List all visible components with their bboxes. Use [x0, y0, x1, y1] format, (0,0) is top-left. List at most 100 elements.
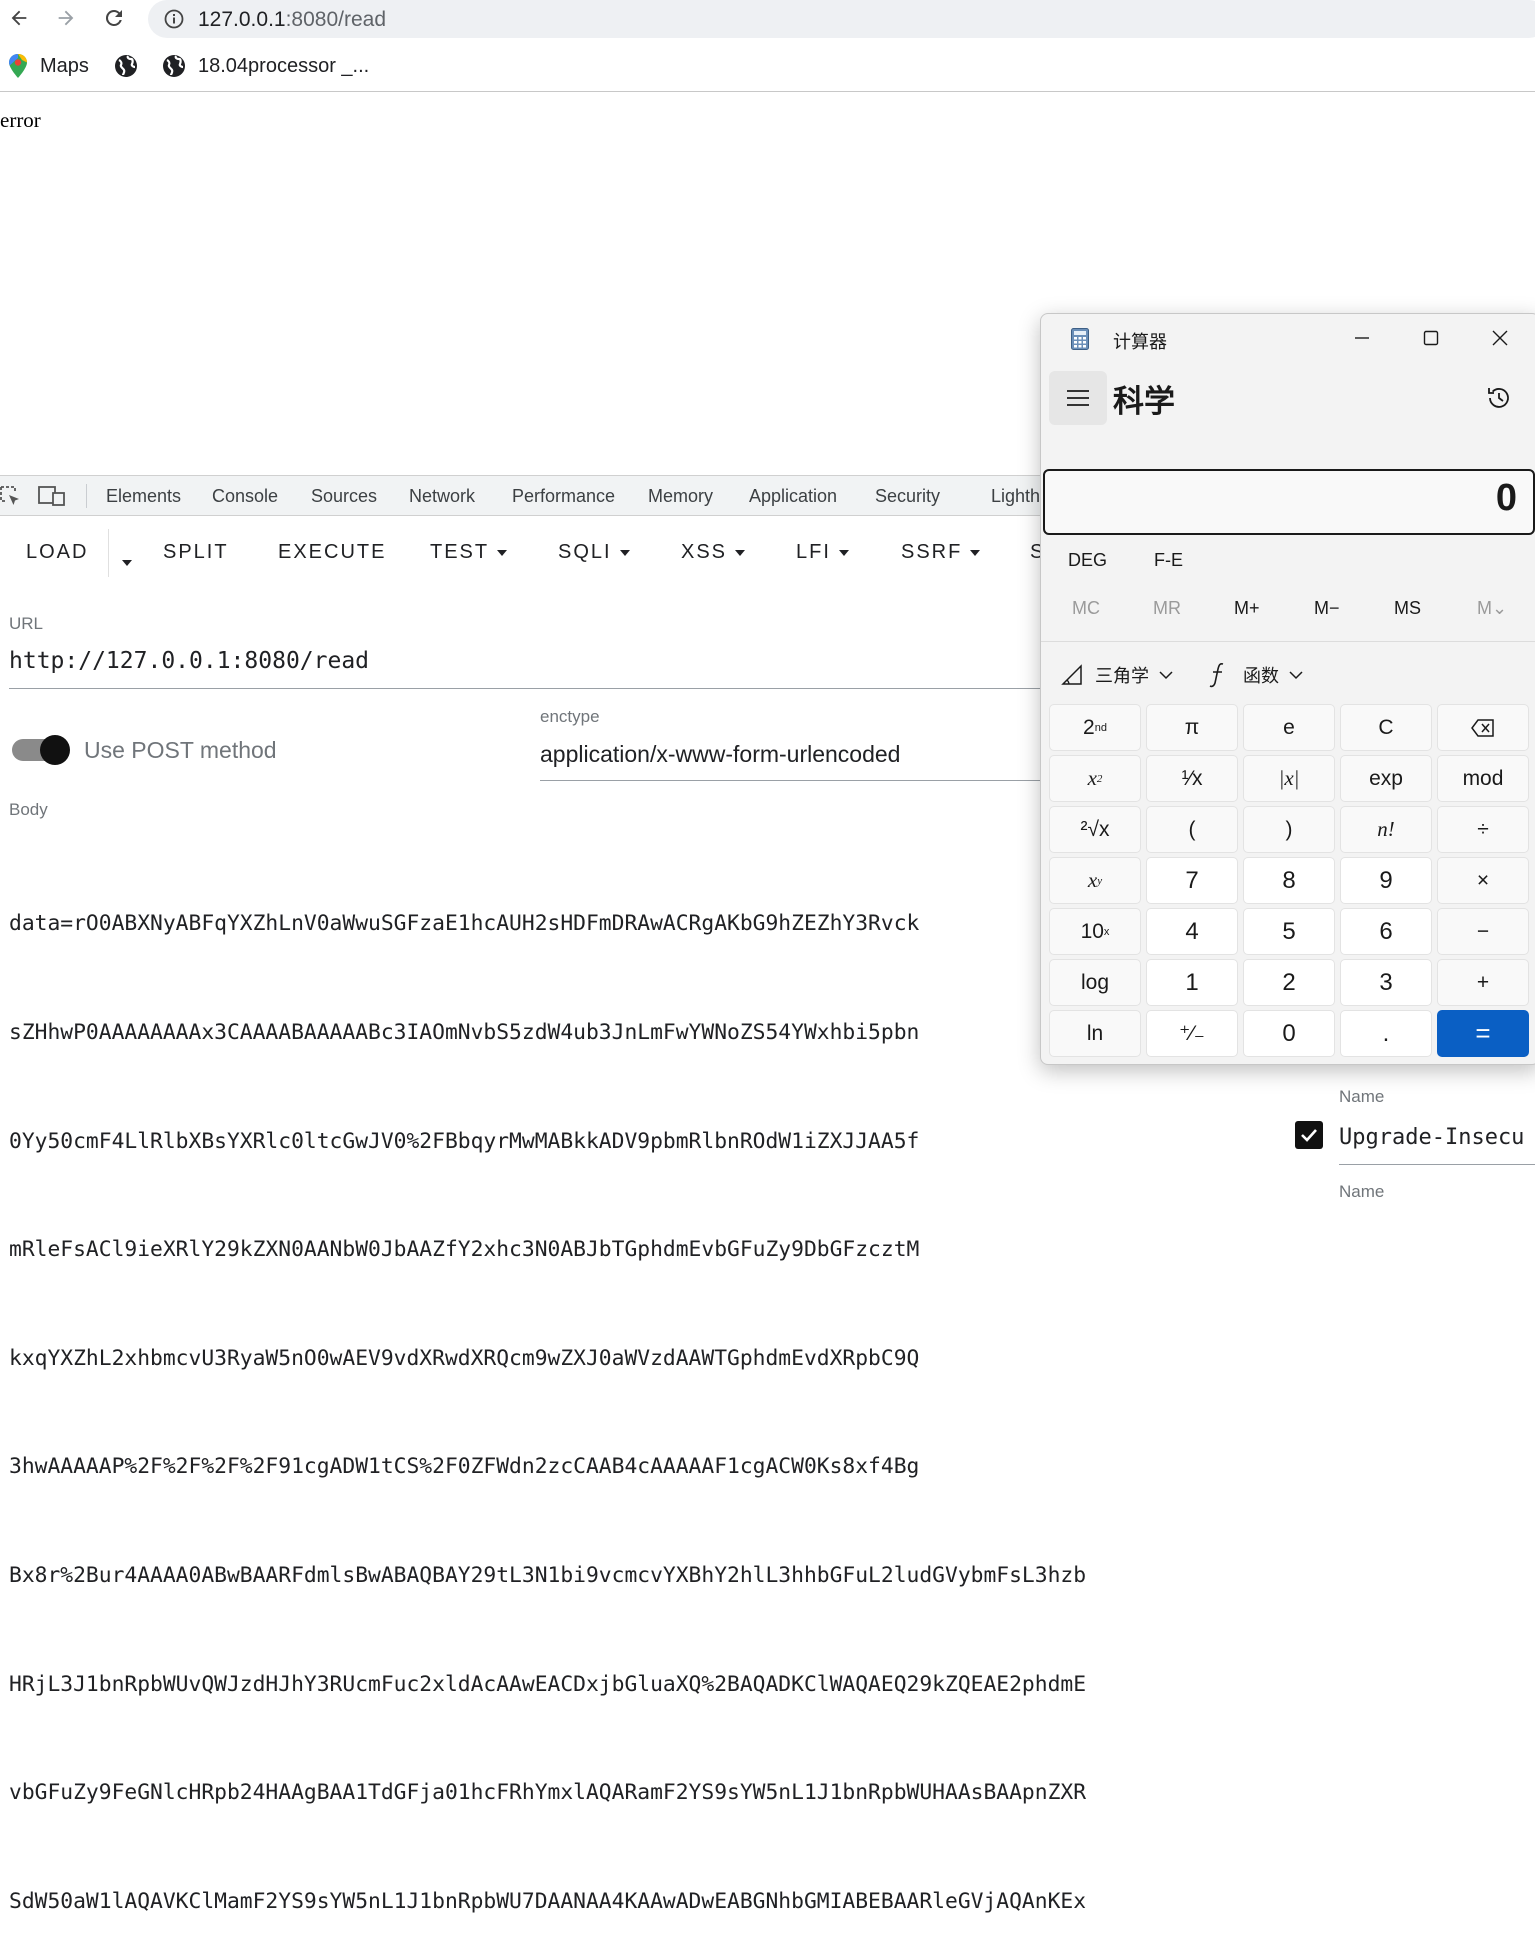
- xss-menu[interactable]: XSS: [681, 541, 746, 564]
- history-icon: [1488, 388, 1509, 408]
- memory-store-button[interactable]: MS: [1394, 598, 1421, 619]
- ten-power-sup: x: [1103, 925, 1110, 938]
- load-button[interactable]: LOAD: [26, 541, 88, 564]
- minus-key[interactable]: −: [1437, 908, 1529, 955]
- function-dropdown[interactable]: 函数: [1209, 662, 1303, 688]
- header-enabled-checkbox[interactable]: [1295, 1121, 1323, 1149]
- digit-3-key[interactable]: 3: [1340, 959, 1432, 1006]
- digit-0-key[interactable]: 0: [1243, 1010, 1335, 1057]
- test-menu[interactable]: TEST: [430, 541, 508, 564]
- bookmark-globe[interactable]: [114, 54, 150, 78]
- post-toggle-knob[interactable]: [40, 735, 70, 765]
- header-name-input[interactable]: Upgrade-Insecu: [1339, 1125, 1524, 1150]
- bookmark-label: 18.04processor _...: [198, 54, 370, 77]
- negate-key[interactable]: ⁺⁄₋: [1146, 1010, 1238, 1057]
- ssrf-menu[interactable]: SSRF: [901, 541, 981, 564]
- angle-mode-button[interactable]: DEG: [1068, 550, 1107, 571]
- bookmark-processor[interactable]: 18.04processor _...: [162, 54, 369, 78]
- lfi-menu[interactable]: LFI: [796, 541, 849, 564]
- sqrt-key[interactable]: ²√x: [1049, 806, 1141, 853]
- power-key[interactable]: xy: [1049, 857, 1141, 904]
- digit-6-key[interactable]: 6: [1340, 908, 1432, 955]
- body-line: SdW50aW1lAQAVKClMamF2YS9sYW5nL1J1bnRpbWU…: [9, 1888, 1087, 1914]
- tab-sources[interactable]: Sources: [311, 486, 377, 507]
- digit-7-key[interactable]: 7: [1146, 857, 1238, 904]
- second-function-key[interactable]: 2nd: [1049, 704, 1141, 751]
- decimal-key[interactable]: .: [1340, 1010, 1432, 1057]
- bookmark-maps[interactable]: Maps: [8, 54, 89, 78]
- log-key[interactable]: log: [1049, 959, 1141, 1006]
- split-button[interactable]: SPLIT: [163, 541, 229, 564]
- header-name-label: Name: [1339, 1182, 1385, 1201]
- memory-recall-button[interactable]: MR: [1153, 598, 1181, 619]
- digit-8-key[interactable]: 8: [1243, 857, 1335, 904]
- digit-9-key[interactable]: 9: [1340, 857, 1432, 904]
- clear-key[interactable]: C: [1340, 704, 1432, 751]
- navigation-menu-button[interactable]: [1049, 371, 1107, 425]
- history-button[interactable]: [1485, 384, 1513, 417]
- tab-lighthouse[interactable]: Lighth: [991, 486, 1040, 507]
- equals-key[interactable]: =: [1437, 1010, 1529, 1057]
- memory-add-button[interactable]: M+: [1234, 598, 1260, 619]
- device-toolbar-icon[interactable]: [38, 485, 66, 507]
- tab-security[interactable]: Security: [875, 486, 940, 507]
- plus-key[interactable]: +: [1437, 959, 1529, 1006]
- minimize-button[interactable]: [1349, 326, 1375, 350]
- square-key[interactable]: x2: [1049, 755, 1141, 802]
- reciprocal-key[interactable]: ¹⁄x: [1146, 755, 1238, 802]
- digit-2-key[interactable]: 2: [1243, 959, 1335, 1006]
- square-label: x: [1087, 766, 1097, 790]
- forward-button[interactable]: [51, 4, 81, 32]
- hackbar-menu: LOAD SPLIT EXECUTE TEST SQLI XSS LFI SSR…: [0, 517, 1100, 589]
- ten-power-key[interactable]: 10 x: [1049, 908, 1141, 955]
- memory-clear-button[interactable]: MC: [1072, 598, 1100, 619]
- caret-down-icon: [970, 549, 981, 556]
- arrow-left-icon: [11, 10, 27, 26]
- body-line: mRleFsACl9ieXRlY29kZXN0AANbW0JbAAZfY2xhc…: [9, 1237, 920, 1263]
- exp-key[interactable]: exp: [1340, 755, 1432, 802]
- e-key[interactable]: e: [1243, 704, 1335, 751]
- multiply-key[interactable]: ×: [1437, 857, 1529, 904]
- ln-key[interactable]: ln: [1049, 1010, 1141, 1057]
- chevron-down-icon: [1289, 671, 1303, 680]
- pi-key[interactable]: π: [1146, 704, 1238, 751]
- sqli-menu[interactable]: SQLI: [558, 541, 630, 564]
- tab-memory[interactable]: Memory: [648, 486, 713, 507]
- tab-network[interactable]: Network: [409, 486, 475, 507]
- tab-elements[interactable]: Elements: [106, 486, 181, 507]
- execute-button[interactable]: EXECUTE: [278, 541, 386, 564]
- calculator-window: 计算器 科学 0 DEG F-E MC MR M+ M− MS M⌄ 三角学 函…: [1040, 313, 1535, 1065]
- left-paren-key[interactable]: (: [1146, 806, 1238, 853]
- absolute-key[interactable]: |x|: [1243, 755, 1335, 802]
- second-label: 2: [1083, 715, 1095, 739]
- load-dropdown-button[interactable]: [114, 551, 132, 574]
- back-button[interactable]: [4, 4, 34, 32]
- digit-1-key[interactable]: 1: [1146, 959, 1238, 1006]
- backspace-icon: [1471, 718, 1494, 737]
- maximize-button[interactable]: [1418, 326, 1444, 350]
- trigonometry-dropdown[interactable]: 三角学: [1061, 662, 1173, 688]
- address-bar[interactable]: 127.0.0.1:8080/read: [148, 0, 1535, 38]
- inspect-element-icon[interactable]: [0, 486, 22, 508]
- info-icon[interactable]: [164, 9, 184, 29]
- digit-5-key[interactable]: 5: [1243, 908, 1335, 955]
- digit-4-key[interactable]: 4: [1146, 908, 1238, 955]
- memory-subtract-button[interactable]: M−: [1314, 598, 1340, 619]
- backspace-key[interactable]: [1437, 704, 1529, 751]
- tab-performance[interactable]: Performance: [512, 486, 615, 507]
- factorial-key[interactable]: n!: [1340, 806, 1432, 853]
- tab-console[interactable]: Console: [212, 486, 278, 507]
- caret-down-icon: [619, 549, 630, 556]
- close-button[interactable]: [1487, 326, 1513, 350]
- address-url[interactable]: 127.0.0.1:8080/read: [198, 8, 386, 32]
- memory-list-button[interactable]: M⌄: [1477, 598, 1507, 619]
- reload-button[interactable]: [99, 4, 129, 32]
- bookmarks-bar: Maps 18.04processor _...: [0, 44, 1535, 92]
- tab-application[interactable]: Application: [749, 486, 837, 507]
- url-input[interactable]: http://127.0.0.1:8080/read: [9, 648, 369, 674]
- enctype-select[interactable]: application/x-www-form-urlencoded: [540, 741, 900, 768]
- mod-key[interactable]: mod: [1437, 755, 1529, 802]
- fe-button[interactable]: F-E: [1154, 550, 1183, 571]
- divide-key[interactable]: ÷: [1437, 806, 1529, 853]
- right-paren-key[interactable]: ): [1243, 806, 1335, 853]
